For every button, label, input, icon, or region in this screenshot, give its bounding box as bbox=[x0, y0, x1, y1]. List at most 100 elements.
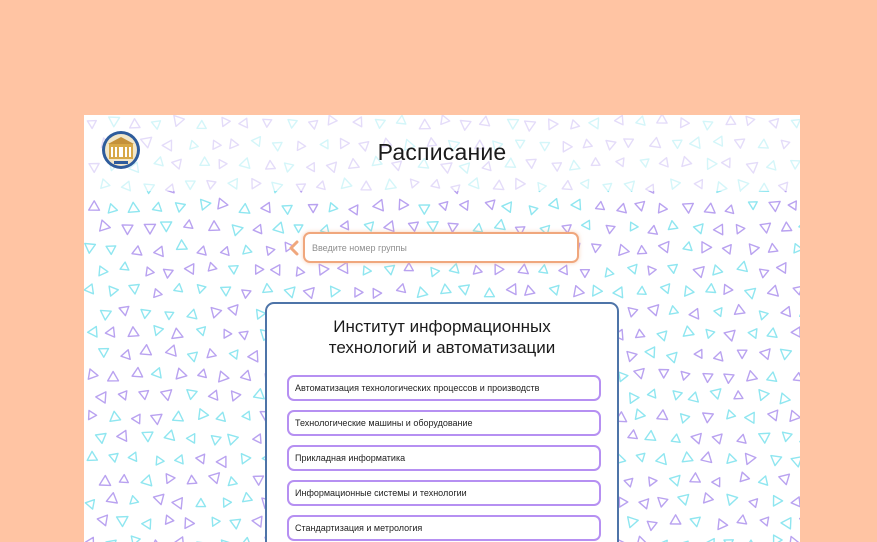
pattern-triangle bbox=[759, 348, 771, 361]
pattern-triangle bbox=[627, 263, 638, 275]
pattern-triangle bbox=[702, 372, 714, 384]
pattern-triangle bbox=[115, 515, 129, 528]
direction-item[interactable]: Технологические машины и оборудование bbox=[287, 410, 601, 436]
pattern-triangle bbox=[143, 223, 157, 235]
pattern-triangle bbox=[644, 429, 657, 441]
pattern-triangle bbox=[131, 366, 144, 378]
group-search-field[interactable] bbox=[303, 232, 579, 263]
pattern-triangle bbox=[227, 304, 239, 316]
pattern-triangle bbox=[668, 474, 681, 487]
pattern-triangle bbox=[604, 267, 615, 278]
pattern-triangle bbox=[757, 475, 769, 486]
pattern-triangle bbox=[592, 284, 604, 297]
pattern-triangle bbox=[747, 328, 758, 340]
pattern-triangle bbox=[186, 389, 198, 401]
pattern-triangle bbox=[573, 284, 585, 298]
pattern-triangle bbox=[372, 287, 383, 299]
pattern-triangle bbox=[792, 371, 800, 382]
pattern-triangle bbox=[140, 474, 153, 487]
pattern-triangle bbox=[689, 472, 701, 483]
pattern-triangle bbox=[328, 202, 339, 213]
pattern-triangle bbox=[86, 325, 98, 338]
pattern-triangle bbox=[141, 518, 152, 530]
pattern-triangle bbox=[128, 283, 140, 295]
pattern-triangle bbox=[239, 369, 252, 382]
pattern-triangle bbox=[219, 286, 232, 297]
pattern-triangle bbox=[416, 286, 429, 299]
pattern-triangle bbox=[153, 288, 163, 299]
pattern-triangle bbox=[779, 348, 793, 361]
pattern-triangle bbox=[767, 409, 779, 422]
pattern-triangle bbox=[735, 223, 746, 235]
pattern-triangle bbox=[348, 204, 359, 216]
pattern-triangle bbox=[329, 285, 341, 298]
pattern-triangle bbox=[657, 202, 668, 214]
pattern-triangle bbox=[712, 223, 724, 236]
pattern-triangle bbox=[241, 491, 253, 503]
pattern-triangle bbox=[591, 243, 602, 254]
pattern-triangle bbox=[656, 330, 668, 342]
pattern-triangle bbox=[120, 349, 131, 361]
pattern-triangle bbox=[139, 343, 153, 356]
pattern-triangle bbox=[283, 286, 296, 299]
pattern-triangle bbox=[227, 433, 240, 446]
pattern-triangle bbox=[155, 455, 165, 466]
pattern-triangle bbox=[150, 413, 163, 426]
pattern-triangle bbox=[252, 475, 265, 486]
pattern-triangle bbox=[792, 286, 800, 296]
chevron-left-icon[interactable] bbox=[287, 239, 301, 257]
pattern-triangle bbox=[636, 285, 647, 296]
pattern-triangle bbox=[733, 390, 744, 400]
pattern-triangle bbox=[766, 371, 778, 382]
pattern-triangle bbox=[163, 429, 176, 441]
pattern-triangle bbox=[692, 265, 705, 279]
pattern-triangle bbox=[627, 429, 638, 440]
pattern-triangle bbox=[130, 535, 141, 542]
direction-item[interactable]: Стандартизация и метрология bbox=[287, 515, 601, 541]
group-search-input[interactable] bbox=[312, 240, 570, 256]
pattern-triangle bbox=[758, 268, 770, 279]
pattern-triangle bbox=[127, 451, 138, 462]
pattern-triangle bbox=[658, 368, 670, 379]
direction-item[interactable]: Прикладная информатика bbox=[287, 445, 601, 471]
direction-item[interactable]: Автоматизация технологических процессов … bbox=[287, 375, 601, 401]
pattern-triangle bbox=[302, 286, 315, 300]
pattern-triangle bbox=[505, 283, 517, 296]
pattern-triangle bbox=[726, 493, 739, 506]
pattern-triangle bbox=[627, 516, 639, 529]
pattern-triangle bbox=[517, 263, 529, 275]
direction-item[interactable]: Информационные системы и технологии bbox=[287, 480, 601, 506]
pattern-triangle bbox=[174, 536, 184, 542]
pattern-triangle bbox=[713, 350, 724, 362]
pattern-triangle bbox=[647, 304, 660, 317]
pattern-triangle bbox=[165, 473, 176, 485]
pattern-triangle bbox=[247, 349, 259, 363]
pattern-triangle bbox=[183, 263, 195, 275]
pattern-triangle bbox=[84, 283, 95, 295]
pattern-triangle bbox=[196, 245, 207, 256]
pattern-triangle bbox=[107, 370, 120, 382]
pattern-triangle bbox=[105, 245, 117, 256]
pattern-triangle bbox=[594, 200, 606, 211]
pattern-triangle bbox=[84, 536, 95, 542]
page-title: Расписание bbox=[377, 139, 507, 165]
pattern-triangle bbox=[767, 242, 779, 253]
pattern-triangle bbox=[723, 283, 734, 296]
pattern-triangle bbox=[164, 514, 175, 525]
pattern-triangle bbox=[458, 199, 469, 211]
pattern-triangle bbox=[197, 368, 208, 379]
pattern-triangle bbox=[778, 473, 791, 486]
pattern-triangle bbox=[672, 390, 683, 401]
pattern-triangle bbox=[648, 476, 658, 487]
pattern-triangle bbox=[528, 205, 539, 216]
pattern-triangle bbox=[227, 264, 239, 275]
pattern-triangle bbox=[339, 220, 350, 231]
pattern-triangle bbox=[211, 516, 221, 527]
pattern-triangle bbox=[618, 243, 630, 257]
pattern-triangle bbox=[706, 537, 715, 542]
pattern-triangle bbox=[705, 282, 717, 294]
pattern-triangle bbox=[758, 389, 770, 402]
pattern-triangle bbox=[677, 493, 690, 506]
pattern-triangle bbox=[281, 204, 293, 216]
pattern-triangle bbox=[759, 516, 770, 527]
